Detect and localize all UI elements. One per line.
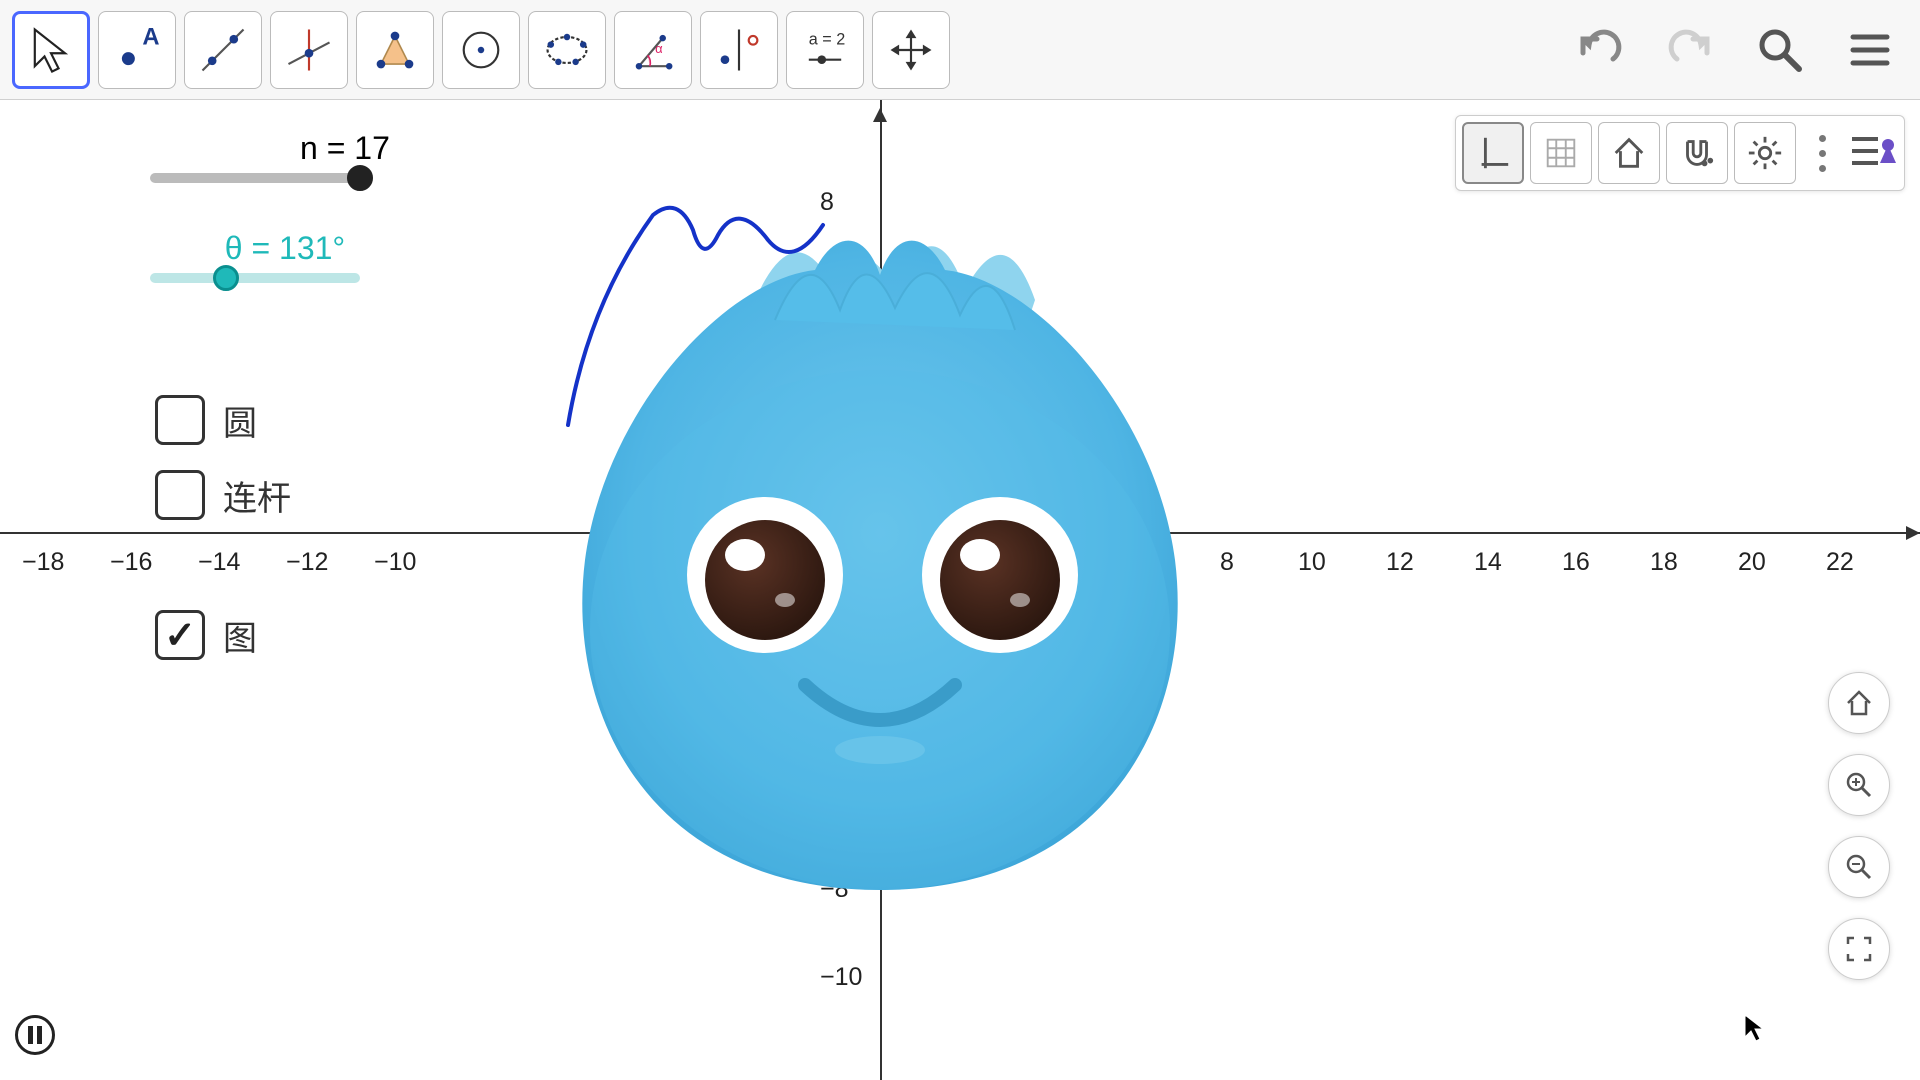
- slider-theta-label: θ = 131°: [210, 230, 360, 267]
- tool-transform[interactable]: [700, 11, 778, 89]
- slider-icon: a = 2: [798, 23, 852, 77]
- view-toolbar: [1455, 115, 1905, 191]
- character-image: [535, 180, 1225, 900]
- redo-button[interactable]: [1660, 20, 1720, 80]
- checkbox-label: 图: [223, 611, 257, 660]
- menu-button[interactable]: [1840, 20, 1900, 80]
- y-axis-arrow: [873, 108, 887, 122]
- slider-n-thumb[interactable]: [347, 165, 373, 191]
- slider-n-track[interactable]: [150, 173, 360, 183]
- slider-theta-thumb[interactable]: [213, 265, 239, 291]
- pan-icon: [884, 23, 938, 77]
- point-icon: A: [110, 23, 164, 77]
- x-tick: 20: [1738, 548, 1766, 577]
- x-tick: 14: [1474, 548, 1502, 577]
- x-tick: 18: [1650, 548, 1678, 577]
- x-tick: −10: [374, 548, 416, 577]
- cursor-icon: [24, 23, 78, 77]
- checkbox-label: 连杆: [223, 471, 291, 520]
- tool-perpendicular[interactable]: [270, 11, 348, 89]
- x-tick: −14: [198, 548, 240, 577]
- slider-theta[interactable]: θ = 131°: [150, 230, 360, 283]
- undo-button[interactable]: [1570, 20, 1630, 80]
- circle-icon: [454, 23, 508, 77]
- line-icon: [196, 23, 250, 77]
- panel-toggle-icon: [1848, 131, 1898, 171]
- pause-icon: [28, 1026, 42, 1044]
- toggle-axes[interactable]: [1462, 122, 1524, 184]
- x-axis-arrow: [1906, 526, 1920, 540]
- x-tick: 22: [1826, 548, 1854, 577]
- angle-icon: α: [626, 23, 680, 77]
- fab-fullscreen[interactable]: [1828, 918, 1890, 980]
- polygon-icon: [368, 23, 422, 77]
- tool-line[interactable]: [184, 11, 262, 89]
- svg-text:α: α: [655, 41, 663, 56]
- y-tick: −10: [820, 963, 862, 992]
- graphics-canvas[interactable]: −18−16−14−12−10810121416182022 8−8−10 n …: [0, 100, 1920, 1080]
- fullscreen-icon: [1844, 934, 1874, 964]
- cursor-indicator: [1743, 1013, 1765, 1050]
- x-tick: −16: [110, 548, 152, 577]
- check-icon: ✓: [164, 613, 196, 658]
- reflect-icon: [712, 23, 766, 77]
- x-tick: 12: [1386, 548, 1414, 577]
- snap-toggle[interactable]: [1666, 122, 1728, 184]
- checkbox-label: 圆: [223, 396, 257, 445]
- x-tick: 16: [1562, 548, 1590, 577]
- home-icon: [1610, 134, 1648, 172]
- fab-column: [1828, 672, 1890, 980]
- gear-icon: [1746, 134, 1784, 172]
- tool-translate-view[interactable]: [872, 11, 950, 89]
- toggle-grid[interactable]: [1530, 122, 1592, 184]
- tool-point[interactable]: A: [98, 11, 176, 89]
- grid-icon: [1542, 134, 1580, 172]
- tool-circle[interactable]: [442, 11, 520, 89]
- svg-text:A: A: [142, 23, 159, 50]
- checkbox-image[interactable]: ✓ 图: [155, 610, 257, 660]
- panel-toggle[interactable]: [1848, 131, 1898, 176]
- tool-slider[interactable]: a = 2: [786, 11, 864, 89]
- fab-zoom-in[interactable]: [1828, 754, 1890, 816]
- zoom-in-icon: [1844, 770, 1874, 800]
- play-pause-button[interactable]: [15, 1015, 55, 1055]
- search-button[interactable]: [1750, 20, 1810, 80]
- checkbox-box[interactable]: [155, 395, 205, 445]
- svg-text:a = 2: a = 2: [809, 30, 845, 48]
- slider-n-label: n = 17: [300, 130, 390, 167]
- tool-angle[interactable]: α: [614, 11, 692, 89]
- x-tick: −18: [22, 548, 64, 577]
- checkbox-box[interactable]: ✓: [155, 610, 205, 660]
- main-toolbar: A α a = 2: [0, 0, 1920, 100]
- tool-move[interactable]: [12, 11, 90, 89]
- fab-home[interactable]: [1828, 672, 1890, 734]
- perpendicular-icon: [282, 23, 336, 77]
- fab-zoom-out[interactable]: [1828, 836, 1890, 898]
- home-view[interactable]: [1598, 122, 1660, 184]
- slider-theta-track[interactable]: [150, 273, 360, 283]
- checkbox-circle[interactable]: 圆: [155, 395, 257, 445]
- conic-icon: [540, 23, 594, 77]
- x-tick: 10: [1298, 548, 1326, 577]
- top-right-actions: [1570, 20, 1900, 80]
- settings-view[interactable]: [1734, 122, 1796, 184]
- zoom-out-icon: [1844, 852, 1874, 882]
- view-more[interactable]: [1812, 135, 1832, 172]
- hamburger-icon: [1845, 25, 1895, 75]
- checkbox-box[interactable]: [155, 470, 205, 520]
- magnet-icon: [1678, 134, 1716, 172]
- tool-buttons: A α a = 2: [12, 11, 950, 89]
- search-icon: [1755, 25, 1805, 75]
- home-icon: [1844, 688, 1874, 718]
- checkbox-linkage[interactable]: 连杆: [155, 470, 291, 520]
- slider-n[interactable]: n = 17: [150, 130, 390, 183]
- tool-conic[interactable]: [528, 11, 606, 89]
- axes-icon: [1474, 134, 1512, 172]
- undo-icon: [1575, 25, 1625, 75]
- redo-icon: [1665, 25, 1715, 75]
- tool-polygon[interactable]: [356, 11, 434, 89]
- x-tick: −12: [286, 548, 328, 577]
